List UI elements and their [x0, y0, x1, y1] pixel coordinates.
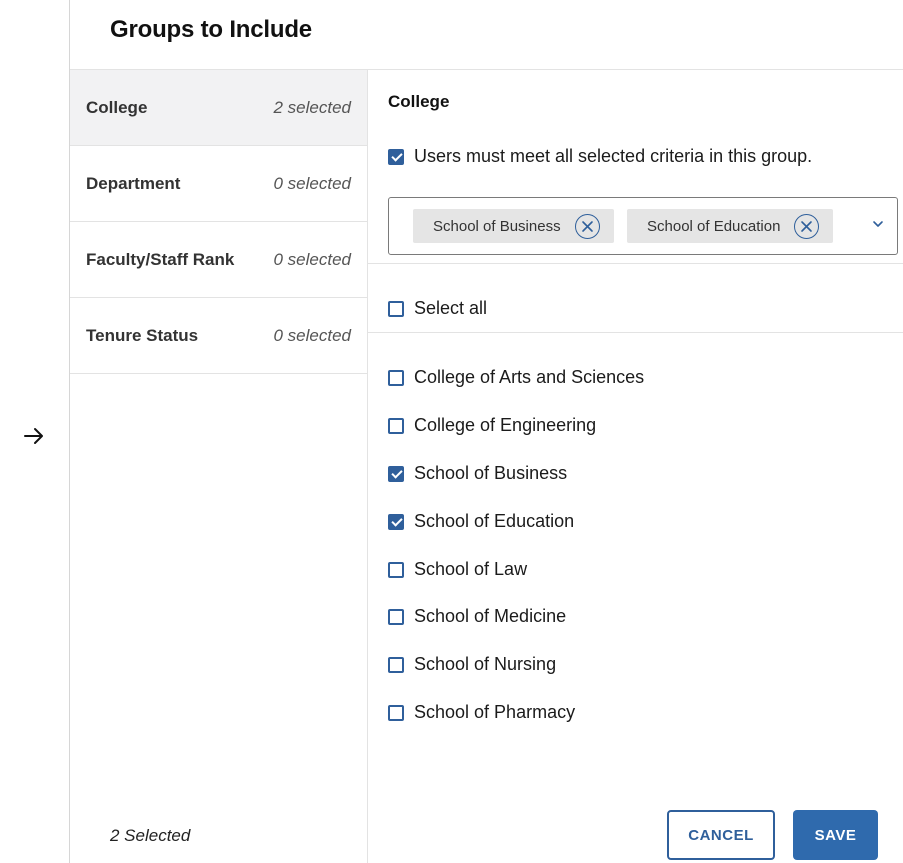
category-name: Tenure Status — [86, 326, 199, 345]
select-all-row[interactable]: Select all — [388, 298, 487, 319]
must-meet-all-checkbox[interactable] — [388, 148, 404, 165]
selected-summary: 2 Selected — [110, 826, 191, 845]
category-name: Faculty/Staff Rank — [86, 250, 235, 269]
cancel-button[interactable]: CANCEL — [667, 810, 775, 860]
close-circle-icon[interactable] — [574, 213, 600, 239]
option-checkbox[interactable] — [388, 369, 404, 386]
option-label: School of Business — [414, 463, 568, 483]
option-label: School of Nursing — [414, 654, 557, 674]
divider — [368, 263, 903, 264]
category-count: 2 selected — [273, 98, 352, 117]
category-item-tenure-status[interactable]: Tenure Status 0 selected — [70, 298, 367, 374]
option-label: College of Arts and Sciences — [414, 367, 645, 387]
arrow-right-icon[interactable] — [22, 424, 46, 448]
chip-label: School of Education — [647, 217, 781, 235]
chip-school-of-business: School of Business — [413, 209, 614, 243]
category-name: Department — [86, 174, 181, 193]
category-item-department[interactable]: Department 0 selected — [70, 146, 367, 222]
option-checkbox[interactable] — [388, 704, 404, 721]
option-checkbox[interactable] — [388, 417, 404, 434]
option-row[interactable]: School of Medicine — [388, 606, 566, 627]
option-label: College of Engineering — [414, 415, 597, 435]
save-button[interactable]: SAVE — [793, 810, 878, 860]
must-meet-all-checkbox-row[interactable]: Users must meet all selected criteria in… — [388, 146, 812, 167]
option-row[interactable]: School of Education — [388, 511, 574, 532]
option-label: School of Law — [414, 559, 528, 579]
category-count: 0 selected — [273, 174, 352, 193]
category-item-faculty-staff-rank[interactable]: Faculty/Staff Rank 0 selected — [70, 222, 367, 298]
option-label: School of Education — [414, 511, 575, 531]
header: Groups to Include — [70, 0, 903, 70]
category-item-college[interactable]: College 2 selected — [70, 70, 367, 146]
category-count: 0 selected — [273, 250, 352, 269]
criteria-panel: College Users must meet all selected cri… — [368, 70, 903, 863]
option-row[interactable]: School of Nursing — [388, 654, 556, 675]
divider — [368, 332, 903, 333]
section-title: College — [388, 92, 450, 111]
close-circle-icon[interactable] — [794, 213, 820, 239]
select-all-checkbox[interactable] — [388, 300, 404, 317]
category-name: College — [86, 98, 148, 117]
option-row[interactable]: School of Pharmacy — [388, 702, 575, 723]
option-row[interactable]: School of Law — [388, 559, 527, 580]
select-all-label: Select all — [414, 298, 488, 318]
page-title: Groups to Include — [110, 16, 312, 43]
option-row[interactable]: College of Arts and Sciences — [388, 367, 644, 388]
category-list: College 2 selected Department 0 selected… — [70, 70, 368, 863]
option-checkbox[interactable] — [388, 561, 404, 578]
option-checkbox[interactable] — [388, 465, 404, 482]
option-label: School of Medicine — [414, 606, 567, 626]
chip-label: School of Business — [433, 217, 561, 235]
college-multiselect[interactable]: School of Business School of Education — [388, 197, 898, 255]
must-meet-all-label: Users must meet all selected criteria in… — [414, 146, 813, 166]
option-row[interactable]: School of Business — [388, 463, 567, 484]
chevron-down-icon[interactable] — [871, 217, 885, 231]
option-row[interactable]: College of Engineering — [388, 415, 596, 436]
option-checkbox[interactable] — [388, 608, 404, 625]
option-label: School of Pharmacy — [414, 702, 576, 722]
chip-school-of-education: School of Education — [627, 209, 834, 243]
option-checkbox[interactable] — [388, 513, 404, 530]
category-count: 0 selected — [273, 326, 352, 345]
option-checkbox[interactable] — [388, 656, 404, 673]
side-rail — [0, 0, 70, 863]
